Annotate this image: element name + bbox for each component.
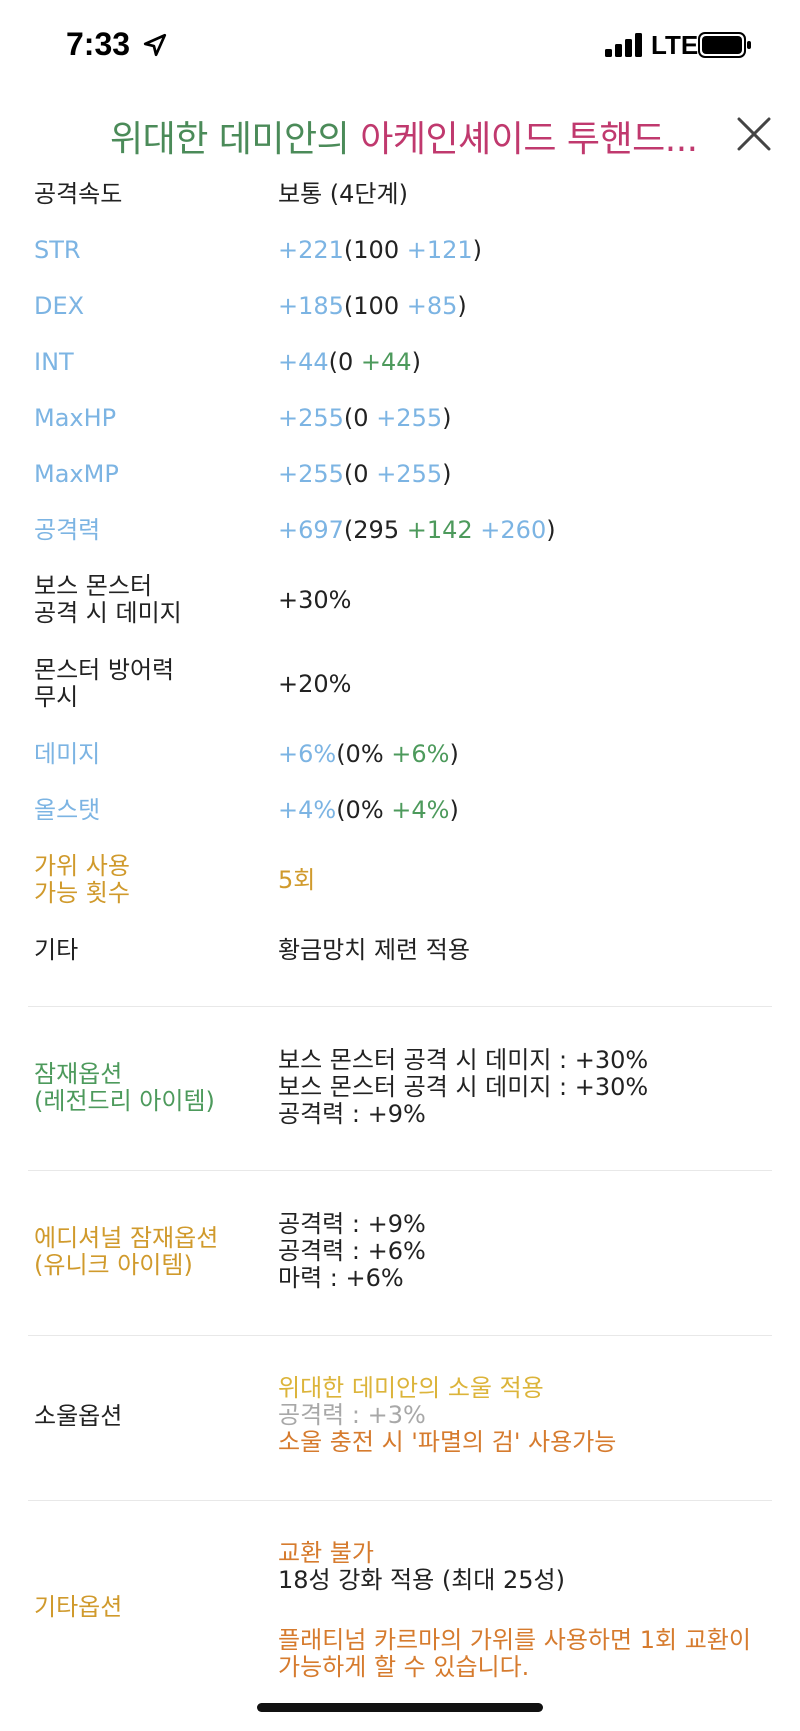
stat-label: STR [34,236,81,264]
stat-value: +221(100 +121) [278,236,482,264]
item-title: 위대한 데미안의 아케인셰이드 투핸드... [110,110,698,162]
additional-potential-line: 공격력 : +9% [278,1210,426,1238]
stat-value: 5회 [278,866,316,894]
stat-label: MaxHP [34,404,117,432]
stat-base: (100 [343,292,407,320]
stat-close: ) [411,348,421,376]
stat-label: MaxMP [34,460,119,488]
stat-base: (0 [343,404,377,432]
stat-close: ) [449,796,459,824]
potential-line: 보스 몬스터 공격 시 데미지 : +30% [278,1046,649,1074]
stat-label: 기타 [34,936,79,964]
stat-base: (295 [343,516,407,544]
status-time: 7:33 [66,26,131,62]
other-options-label: 기타옵션 [34,1593,123,1621]
stat-close: ) [546,516,556,544]
stat-base: (0% [336,740,392,768]
stat-total: +255 [278,404,344,432]
stat-base: (0 [343,460,377,488]
karma-scissors-note-line2: 가능하게 할 수 있습니다. [278,1653,530,1681]
section-divider [28,1500,772,1501]
stat-bonus: +44 [360,348,412,376]
stat-total: +221 [278,236,344,264]
stat-label: 공격력 [34,516,101,544]
home-indicator[interactable] [257,1703,543,1712]
soul-name: 위대한 데미안의 소울 적용 [278,1374,544,1402]
stat-bonus: +255 [376,460,443,488]
additional-potential-label-line2: (유니크 아이템) [34,1251,193,1279]
stat-total: +255 [278,460,344,488]
stat-bonus: +255 [376,404,443,432]
stat-value: +185(100 +85) [278,292,467,320]
item-title-prefix: 위대한 데미안의 [110,119,361,160]
trade-restriction: 교환 불가 [278,1539,374,1567]
stat-value: 황금망치 제련 적용 [278,936,470,964]
stat-bonus-flame: +142 [406,516,473,544]
stat-bonus: +85 [406,292,458,320]
stat-close: ) [457,292,467,320]
stat-value: +20% [278,670,352,698]
stat-value: +255(0 +255) [278,404,451,432]
stat-value: 보통 (4단계) [278,180,408,208]
stat-total: +697 [278,516,344,544]
potential-label-line2: (레전드리 아이템) [34,1087,215,1115]
stat-value: +697(295 +142 +260) [278,516,556,544]
stat-label-line2: 가능 횟수 [34,879,130,907]
stat-value: +44(0 +44) [278,348,421,376]
stat-label: DEX [34,292,85,320]
stat-label-line1: 몬스터 방어력 [34,656,175,684]
battery-icon [698,32,751,58]
starforce-info: 18성 강화 적용 (최대 25성) [278,1566,565,1594]
stat-label-line2: 공격 시 데미지 [34,599,182,627]
stat-bonus: +6% [391,740,450,768]
stat-base: (0% [336,796,392,824]
soul-stat: 공격력 : +3% [278,1401,426,1429]
potential-label-line1: 잠재옵션 [34,1060,123,1088]
signal-bars-icon [605,33,642,57]
stat-close: ) [442,460,452,488]
stat-close: ) [472,236,483,264]
section-divider [28,1335,772,1336]
stat-value: +6%(0% +6%) [278,740,459,768]
stat-bonus: +4% [391,796,450,824]
potential-line: 보스 몬스터 공격 시 데미지 : +30% [278,1073,649,1101]
soul-label: 소울옵션 [34,1402,123,1430]
stat-label: 데미지 [34,740,101,768]
stat-total: +185 [278,292,344,320]
stat-label: INT [34,348,74,376]
karma-scissors-note-line1: 플래티넘 카르마의 가위를 사용하면 1회 교환이 [278,1626,751,1654]
section-divider [28,1170,772,1171]
stat-total: +6% [278,740,337,768]
stat-value: +4%(0% +4%) [278,796,459,824]
stat-label: 공격속도 [34,180,123,208]
stat-label-line1: 보스 몬스터 [34,572,153,600]
potential-line: 공격력 : +9% [278,1100,426,1128]
stat-label-line1: 가위 사용 [34,852,130,880]
stat-label-line2: 무시 [34,683,79,711]
section-divider [28,1006,772,1007]
location-arrow-icon [143,33,167,57]
stat-total: +4% [278,796,337,824]
stat-bonus-star: +260 [480,516,547,544]
soul-skill: 소울 충전 시 '파멸의 검' 사용가능 [278,1428,617,1456]
stat-close: ) [442,404,452,432]
stat-base: (0 [328,348,361,376]
stat-bonus: +121 [406,236,473,264]
stat-value: +30% [278,586,352,614]
stat-base: (100 [343,236,407,264]
network-type: LTE [651,30,699,60]
additional-potential-label-line1: 에디셔널 잠재옵션 [34,1224,219,1252]
stat-label: 올스탯 [34,796,101,824]
additional-potential-line: 공격력 : +6% [278,1237,426,1265]
stat-total: +44 [278,348,329,376]
stat-close: ) [449,740,459,768]
item-title-name: 아케인셰이드 투핸드... [360,119,698,160]
close-icon[interactable] [736,116,772,152]
status-bar: 7:33 LTE [0,0,800,90]
stat-value: +255(0 +255) [278,460,451,488]
additional-potential-line: 마력 : +6% [278,1264,404,1292]
